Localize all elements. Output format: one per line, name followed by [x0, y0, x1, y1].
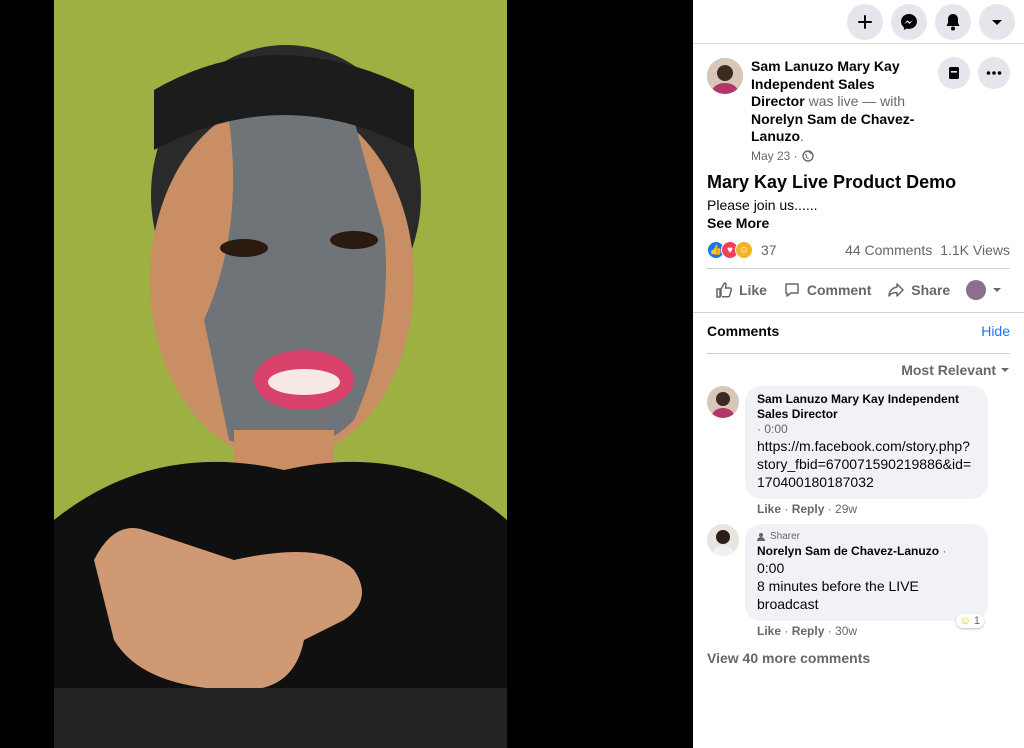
- author-avatar[interactable]: [707, 58, 743, 94]
- post-date-text: May 23 ·: [751, 148, 798, 163]
- more-icon: [986, 71, 1002, 75]
- commenter-avatar-image: [707, 386, 739, 418]
- comment-bubble: Sam Lanuzo Mary Kay Independent Sales Di…: [745, 386, 988, 499]
- hide-comments-button[interactable]: Hide: [981, 323, 1010, 339]
- reaction-icons[interactable]: 👍 ♥ ☺: [707, 241, 753, 259]
- see-more-link[interactable]: See More: [693, 214, 1024, 232]
- save-icon: [949, 67, 959, 79]
- care-reaction-icon: ☺: [959, 615, 971, 627]
- profile-avatar-mini: [966, 279, 987, 300]
- view-more-comments-link[interactable]: View 40 more comments: [693, 638, 1024, 678]
- comment-actions: Like · Reply · 29w: [757, 502, 858, 516]
- comment-icon: [785, 282, 799, 297]
- comment-like-button[interactable]: Like: [757, 502, 781, 516]
- comment-sort-dropdown[interactable]: Most Relevant: [707, 353, 1010, 378]
- reaction-count[interactable]: 37: [761, 242, 777, 258]
- post-author-line: Sam Lanuzo Mary Kay Independent Sales Di…: [751, 58, 929, 165]
- views-count: 1.1K Views: [940, 242, 1010, 258]
- top-bar: [693, 0, 1024, 44]
- comment-item: Sharer Norelyn Sam de Chavez-Lanuzo · 0:…: [693, 524, 1024, 638]
- post-side-panel: Sam Lanuzo Mary Kay Independent Sales Di…: [693, 0, 1024, 748]
- was-live-text: was live — with: [808, 93, 906, 109]
- post-description: Please join us......: [707, 197, 818, 213]
- comment-age[interactable]: · 29w: [828, 502, 857, 516]
- create-button[interactable]: [847, 3, 883, 40]
- commenter-avatar[interactable]: [707, 524, 739, 556]
- comments-count[interactable]: 44 Comments: [845, 242, 932, 258]
- comment-label: Comment: [806, 281, 872, 298]
- share-label: Share: [911, 281, 951, 298]
- comment-bubble: Sharer Norelyn Sam de Chavez-Lanuzo · 0:…: [745, 524, 988, 621]
- react-as-selector[interactable]: [966, 279, 1002, 300]
- chevron-down-icon: [993, 287, 1002, 292]
- account-menu-icon: [992, 19, 1002, 25]
- post-header-actions: [938, 57, 1010, 89]
- sharer-badge: Sharer: [757, 530, 976, 544]
- comments-title: Comments: [707, 323, 780, 339]
- more-options-button[interactable]: [978, 57, 1010, 89]
- comment-link[interactable]: https://m.facebook.com/story.php?story_f…: [757, 437, 976, 491]
- commenter-avatar-image: [707, 524, 739, 556]
- comment-age[interactable]: · 30w: [828, 624, 857, 638]
- comment-actions: Like · Reply · 30w: [757, 624, 858, 638]
- save-post-button[interactable]: [938, 57, 970, 89]
- comment-reply-button[interactable]: Reply: [792, 624, 825, 638]
- comment-like-button[interactable]: Like: [757, 624, 781, 638]
- comment-reaction-count: 1: [973, 615, 980, 627]
- comment-button[interactable]: Comment: [783, 281, 872, 299]
- tagged-user-link[interactable]: Norelyn Sam de Chavez-Lanuzo: [751, 111, 914, 145]
- with-suffix: .: [800, 128, 804, 144]
- engagement-stats: 44 Comments 1.1K Views: [845, 242, 1010, 258]
- care-reaction-icon: ☺: [735, 241, 753, 259]
- live-video-player[interactable]: [54, 0, 507, 748]
- messenger-button[interactable]: [891, 3, 927, 40]
- sort-chevron-icon: [1001, 368, 1009, 372]
- comment-reply-button[interactable]: Reply: [792, 502, 825, 516]
- account-menu-button[interactable]: [979, 3, 1015, 40]
- comment-body: Sharer Norelyn Sam de Chavez-Lanuzo · 0:…: [745, 524, 988, 638]
- commenter-name[interactable]: Sam Lanuzo Mary Kay Independent Sales Di…: [757, 392, 976, 422]
- share-button[interactable]: Share: [887, 281, 950, 299]
- commenter-name[interactable]: Norelyn Sam de Chavez-Lanuzo ·: [757, 544, 976, 559]
- post-title: Mary Kay Live Product Demo: [707, 172, 957, 192]
- video-frame-illustration: [54, 0, 507, 748]
- comment-text: 8 minutes before the LIVE broadcast: [757, 578, 919, 612]
- thumbs-up-icon: [716, 281, 733, 298]
- notifications-icon: [946, 13, 960, 30]
- post-header: Sam Lanuzo Mary Kay Independent Sales Di…: [693, 44, 1024, 165]
- sharer-icon: [757, 533, 765, 541]
- post-date[interactable]: May 23 ·: [751, 148, 929, 166]
- comment-timestamp[interactable]: 0:00: [757, 559, 976, 577]
- share-icon: [888, 282, 905, 297]
- comment-timestamp[interactable]: · 0:00: [757, 422, 976, 437]
- comment-reaction-badge[interactable]: ☺ 1: [955, 614, 984, 628]
- sharer-label: Sharer: [770, 531, 801, 542]
- commenter-avatar[interactable]: [707, 386, 739, 418]
- sort-label: Most Relevant: [901, 362, 997, 378]
- globe-icon: [801, 150, 814, 162]
- author-avatar-image: [707, 58, 743, 94]
- plus-icon: [858, 14, 872, 29]
- reactions-summary: 👍 ♥ ☺ 37 44 Comments 1.1K Views: [693, 232, 1024, 260]
- notifications-button[interactable]: [935, 3, 971, 40]
- name-separator: ·: [942, 544, 947, 558]
- post-action-bar: Like Comment Share: [707, 268, 1010, 310]
- commenter-name-text: Norelyn Sam de Chavez-Lanuzo: [757, 544, 940, 558]
- video-stage[interactable]: [0, 0, 693, 748]
- like-label: Like: [738, 281, 767, 298]
- comment-body: Sam Lanuzo Mary Kay Independent Sales Di…: [745, 386, 988, 516]
- comment-item: Sam Lanuzo Mary Kay Independent Sales Di…: [693, 386, 1024, 516]
- messenger-icon: [901, 13, 917, 30]
- comments-header: Comments Hide: [693, 312, 1024, 349]
- like-button[interactable]: Like: [715, 281, 767, 299]
